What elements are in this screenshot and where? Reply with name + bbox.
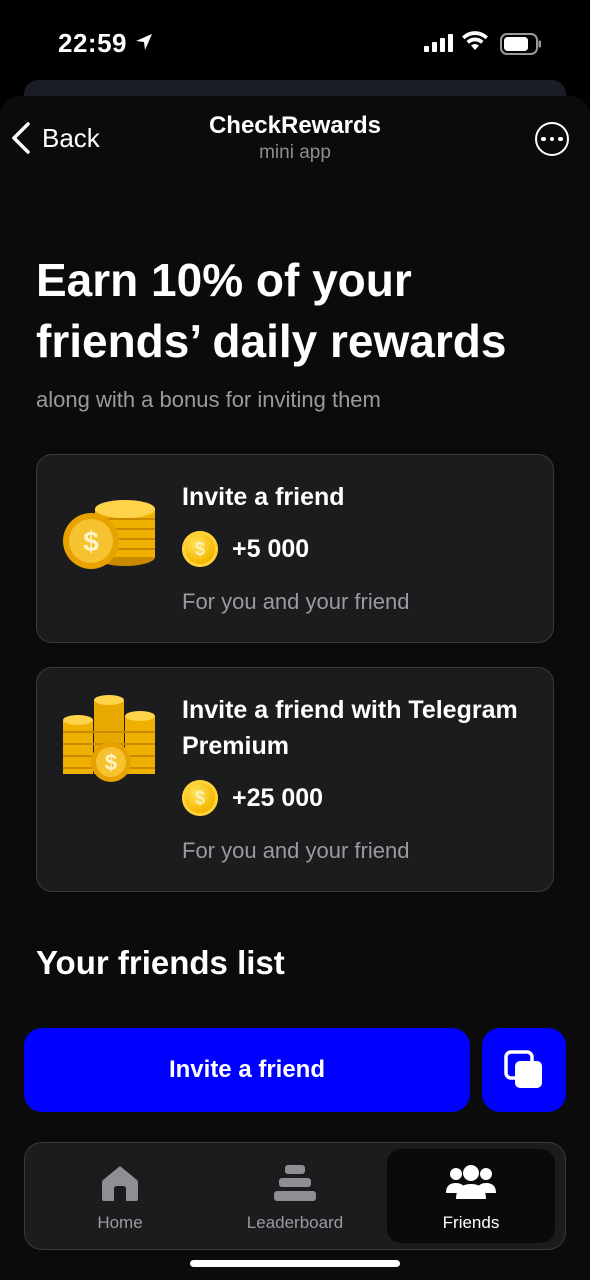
card-title: Invite a friend — [182, 483, 345, 511]
friends-icon — [446, 1165, 496, 1199]
tab-home[interactable]: Home — [25, 1143, 215, 1249]
reward-row: $ +5 000 — [182, 531, 309, 567]
location-arrow-icon — [136, 34, 152, 50]
page-title: Earn 10% of your friends’ daily rewards — [36, 254, 507, 367]
cellular-signal-icon — [424, 34, 453, 52]
svg-text:$: $ — [105, 750, 117, 775]
more-dot-icon — [558, 136, 563, 142]
status-time: 22:59 — [58, 28, 127, 58]
home-indicator — [190, 1260, 400, 1267]
invite-premium-friend-card: $ Invite a friend with Telegram Premium … — [36, 667, 554, 892]
wifi-icon — [462, 31, 488, 50]
bottom-tab-bar: Home Leaderboard Friends — [24, 1142, 566, 1250]
app-title-block: CheckRewards mini app — [0, 112, 590, 164]
tab-leaderboard[interactable]: Leaderboard — [205, 1143, 385, 1249]
tab-label: Home — [97, 1213, 143, 1232]
leaderboard-icon — [274, 1165, 316, 1201]
coin-icon: $ — [182, 531, 218, 567]
card-title: Invite a friend with Telegram Premium — [182, 696, 518, 760]
copy-icon — [504, 1050, 542, 1088]
home-icon — [102, 1166, 138, 1201]
coin-stack-icon: $ — [63, 500, 155, 569]
coin-stacks-icon: $ — [63, 695, 155, 782]
tab-label: Leaderboard — [246, 1213, 344, 1232]
reward-row: $ +25 000 — [182, 780, 323, 816]
more-dot-icon — [541, 136, 546, 142]
svg-text:$: $ — [83, 526, 99, 557]
tab-label: Friends — [442, 1213, 500, 1232]
card-note: For you and your friend — [182, 838, 410, 863]
copy-link-button[interactable] — [482, 1028, 566, 1112]
friends-list-title: Your friends list — [36, 944, 285, 981]
reward-value: +5 000 — [232, 534, 310, 563]
more-dot-icon — [549, 136, 555, 142]
app-title: CheckRewards — [208, 112, 382, 139]
reward-value: +25 000 — [232, 783, 324, 812]
invite-friend-button[interactable]: Invite a friend — [24, 1028, 470, 1112]
page-subtitle: along with a bonus for inviting them — [36, 387, 381, 412]
status-bar: 22:59 — [0, 0, 590, 90]
more-options-button[interactable] — [535, 122, 569, 156]
app-subtitle: mini app — [259, 142, 331, 163]
invite-friend-card: $ Invite a friend $ +5 000 For you and y… — [36, 454, 554, 643]
tab-friends[interactable]: Friends — [387, 1149, 555, 1243]
coin-icon: $ — [182, 780, 218, 816]
card-note: For you and your friend — [182, 589, 410, 614]
battery-icon — [500, 33, 541, 55]
